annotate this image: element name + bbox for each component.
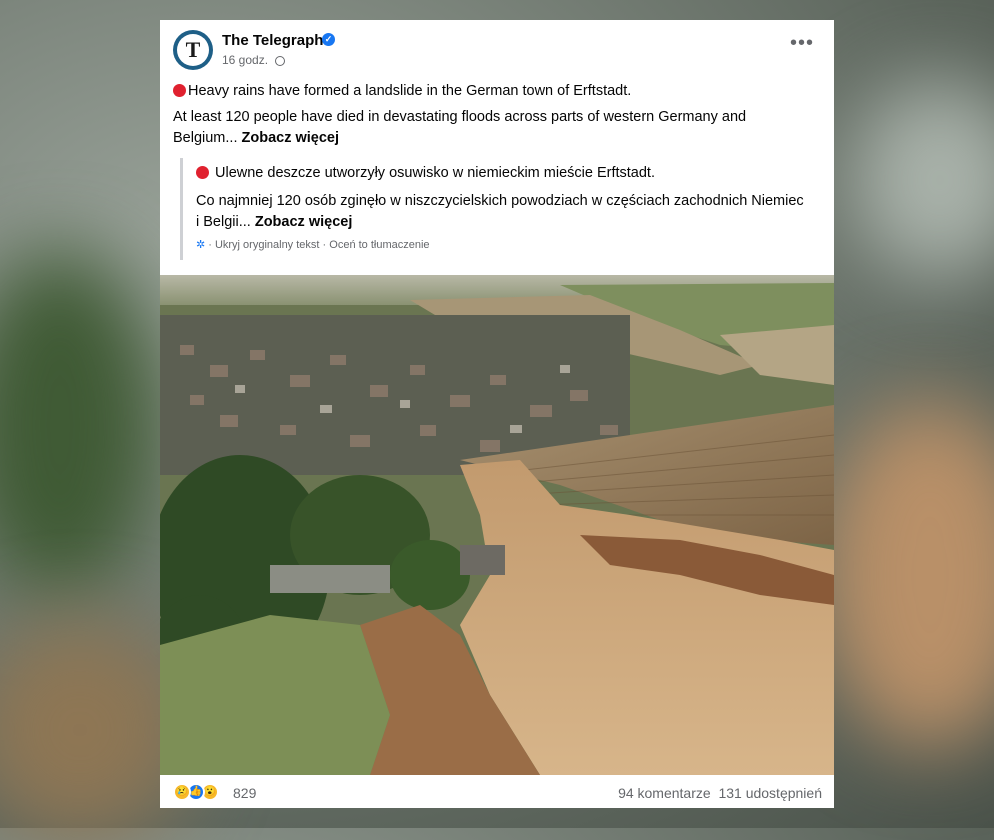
translation-block: Ulewne deszcze utworzyły osuwisko w niem…	[180, 158, 817, 260]
telegraph-logo-icon: T	[177, 34, 209, 66]
see-more-link[interactable]: Zobacz więcej	[242, 130, 340, 146]
post-text-line2: At least 120 people have died in devasta…	[173, 109, 747, 146]
post-header: T The Telegraph ✓ 16 godz. •••	[160, 20, 834, 80]
page-name-link[interactable]: The Telegraph	[222, 32, 323, 49]
more-options-icon[interactable]: •••	[790, 33, 814, 53]
translation-see-more-link[interactable]: Zobacz więcej	[255, 214, 353, 230]
post-photo-landslide[interactable]	[160, 275, 834, 775]
gear-icon: ✲	[196, 239, 206, 251]
post-stats: 94 komentarze 131 udostępnień	[618, 785, 822, 801]
post-timestamp[interactable]: 16 godz.	[222, 53, 268, 67]
red-circle-icon	[196, 166, 209, 179]
shares-count[interactable]: 131 udostępnień	[718, 785, 822, 801]
post-text-line1: Heavy rains have formed a landslide in t…	[173, 81, 813, 102]
translation-line2: Co najmniej 120 osób zginęło w niszczyci…	[196, 193, 804, 230]
translation-controls: ✲ · Ukryj oryginalny tekst · Oceń to tłum…	[196, 238, 430, 251]
red-circle-icon	[173, 84, 186, 97]
hide-original-link[interactable]: · Ukryj oryginalny tekst	[208, 239, 319, 251]
translation-line1: Ulewne deszcze utworzyły osuwisko w niem…	[196, 163, 806, 184]
sad-reaction-icon: 😢	[173, 783, 191, 801]
post-footer: 😢 👍 😮 829 94 komentarze 131 udostępnień	[160, 775, 834, 808]
comments-count[interactable]: 94 komentarze	[618, 785, 711, 801]
page-avatar[interactable]: T	[173, 30, 213, 70]
reaction-count[interactable]: 829	[233, 785, 256, 801]
post-meta: 16 godz.	[222, 53, 286, 67]
rate-translation-link[interactable]: · Oceń to tłumaczenie	[323, 239, 430, 251]
facebook-post-card: T The Telegraph ✓ 16 godz. ••• Heavy rai…	[160, 20, 834, 808]
globe-icon	[275, 56, 286, 66]
verified-badge-icon: ✓	[322, 33, 335, 46]
aerial-flood-image	[160, 275, 834, 775]
